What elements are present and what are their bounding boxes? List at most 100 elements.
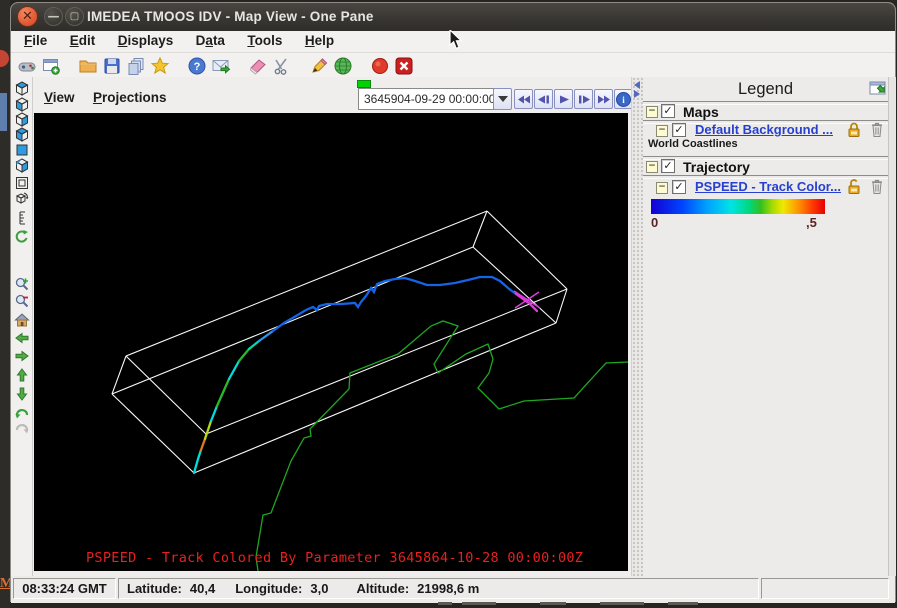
pan-up-icon[interactable] xyxy=(14,367,30,383)
support-mail-icon[interactable] xyxy=(211,56,231,76)
maps-visibility-checkbox[interactable]: ✓ xyxy=(661,104,675,118)
close-button[interactable]: ✕ xyxy=(17,6,38,27)
edit-pencil-icon[interactable] xyxy=(309,56,329,76)
background-fragment xyxy=(438,602,452,605)
menu-edit[interactable]: Edit xyxy=(61,31,105,53)
collapse-pspeed-button[interactable]: − xyxy=(656,182,668,194)
legend-colorbar[interactable] xyxy=(651,199,825,214)
titlebar[interactable]: ✕ — ▢ IMEDEA TMOOS IDV - Map View - One … xyxy=(11,3,895,31)
latitude-value: 40,4 xyxy=(190,581,215,596)
default-background-link[interactable]: Default Background ... xyxy=(695,122,833,137)
mouse-cursor xyxy=(449,30,464,51)
cube-left-icon[interactable] xyxy=(14,112,30,128)
latitude-label: Latitude: xyxy=(127,581,182,596)
favorites-star-icon[interactable] xyxy=(150,56,170,76)
screen: M ✕ — ▢ IMEDEA TMOOS IDV - Map View - On… xyxy=(0,0,897,608)
new-window-icon[interactable] xyxy=(41,56,61,76)
go-last-button[interactable] xyxy=(594,89,613,109)
record-icon[interactable] xyxy=(370,56,390,76)
collapse-trajectory-button[interactable]: − xyxy=(646,161,658,173)
auto-rotate-icon[interactable] xyxy=(14,229,30,245)
map-view-menubar: View Projections xyxy=(41,89,178,111)
map-3d-view[interactable]: PSPEED - Track Colored By Parameter 3645… xyxy=(34,113,628,571)
pspeed-track-link[interactable]: PSPEED - Track Color... xyxy=(695,179,841,194)
collapse-default-background-button[interactable]: − xyxy=(656,125,668,137)
menu-data[interactable]: Data xyxy=(187,31,234,53)
help-icon[interactable]: ? xyxy=(187,56,207,76)
float-legend-icon[interactable] xyxy=(869,81,887,96)
colorbar-min-label: 0 xyxy=(651,215,658,230)
separator xyxy=(643,101,888,105)
lock-open-icon[interactable] xyxy=(846,178,864,195)
cube-back-icon[interactable] xyxy=(14,158,30,174)
background-fragment xyxy=(540,602,566,605)
play-button[interactable] xyxy=(554,89,573,109)
default-background-checkbox[interactable]: ✓ xyxy=(672,123,686,137)
clock-readout: 08:33:24 GMT xyxy=(13,578,116,599)
altitude-value: 21998,6 m xyxy=(417,581,479,596)
box-view-icon[interactable] xyxy=(14,175,30,191)
main-toolbar: ? xyxy=(11,53,895,79)
cube-top-icon[interactable] xyxy=(14,81,30,97)
minimize-button[interactable]: — xyxy=(44,7,63,26)
collapse-right-arrow-icon[interactable] xyxy=(634,90,640,98)
background-fragment xyxy=(0,93,7,131)
maximize-button[interactable]: ▢ xyxy=(65,7,84,26)
layer-sublabel: World Coastlines xyxy=(648,138,738,150)
zoom-out-icon[interactable] xyxy=(14,293,30,309)
remove-display-trash-icon[interactable] xyxy=(870,121,884,138)
content-area: View Projections 3645904-09-29 00:00:00Z… xyxy=(11,77,895,576)
pan-down-icon[interactable] xyxy=(14,386,30,402)
altitude-label: Altitude: xyxy=(356,581,409,596)
lock-closed-icon[interactable] xyxy=(846,121,862,138)
undo-icon[interactable] xyxy=(14,405,30,421)
open-file-icon[interactable] xyxy=(78,56,98,76)
step-forward-button[interactable] xyxy=(574,89,593,109)
globe-icon[interactable] xyxy=(333,56,353,76)
menu-file[interactable]: File xyxy=(15,31,56,53)
zoom-in-icon[interactable] xyxy=(14,276,30,292)
dashboard-icon[interactable] xyxy=(17,56,37,76)
legend-panel: Legend − ✓ Maps − ✓ Default Background .… xyxy=(643,77,888,576)
time-running-indicator xyxy=(357,80,371,88)
svg-text:?: ? xyxy=(194,61,201,73)
go-first-button[interactable] xyxy=(514,89,533,109)
pan-right-icon[interactable] xyxy=(14,348,30,364)
cube-front-icon[interactable] xyxy=(14,142,30,158)
menu-displays[interactable]: Displays xyxy=(109,31,183,53)
background-window-strip: M xyxy=(0,0,10,608)
menu-help[interactable]: Help xyxy=(296,31,343,53)
split-pane-divider[interactable] xyxy=(631,77,643,576)
redo-icon[interactable] xyxy=(14,420,30,436)
menu-tools[interactable]: Tools xyxy=(238,31,291,53)
home-icon[interactable] xyxy=(14,312,30,328)
save-icon[interactable] xyxy=(102,56,122,76)
erase-icon[interactable] xyxy=(248,56,268,76)
step-back-button[interactable] xyxy=(534,89,553,109)
background-fragment xyxy=(462,602,496,605)
trajectory-visibility-checkbox[interactable]: ✓ xyxy=(661,159,675,173)
legend-scroll-strip[interactable] xyxy=(888,77,896,576)
collapse-maps-button[interactable]: − xyxy=(646,106,658,118)
cursor-position-readout: Latitude:40,4Longitude:3,0Altitude:21998… xyxy=(118,578,759,599)
time-dropdown-button[interactable] xyxy=(493,88,512,110)
background-fragment xyxy=(600,602,644,605)
menu-view[interactable]: View xyxy=(41,90,86,105)
pan-left-icon[interactable] xyxy=(14,330,30,346)
time-select-value[interactable]: 3645904-09-29 00:00:00Z xyxy=(358,88,494,110)
map-overlay-label: PSPEED - Track Colored By Parameter 3645… xyxy=(86,550,583,566)
background-fragment xyxy=(0,50,9,67)
map-scene xyxy=(34,113,628,571)
cut-icon[interactable] xyxy=(272,56,292,76)
collapse-left-arrow-icon[interactable] xyxy=(634,81,640,89)
pspeed-checkbox[interactable]: ✓ xyxy=(672,180,686,194)
remove-display-trash-icon[interactable] xyxy=(870,178,884,195)
vertical-scale-icon[interactable] xyxy=(14,210,30,226)
message-readout xyxy=(761,578,889,599)
exit-icon[interactable] xyxy=(394,56,414,76)
copy-icon[interactable] xyxy=(126,56,146,76)
cube-right-icon[interactable] xyxy=(14,127,30,143)
menu-projections[interactable]: Projections xyxy=(90,90,178,105)
cube-bottom-icon[interactable] xyxy=(14,97,30,113)
rotate-cube-icon[interactable] xyxy=(14,191,30,207)
